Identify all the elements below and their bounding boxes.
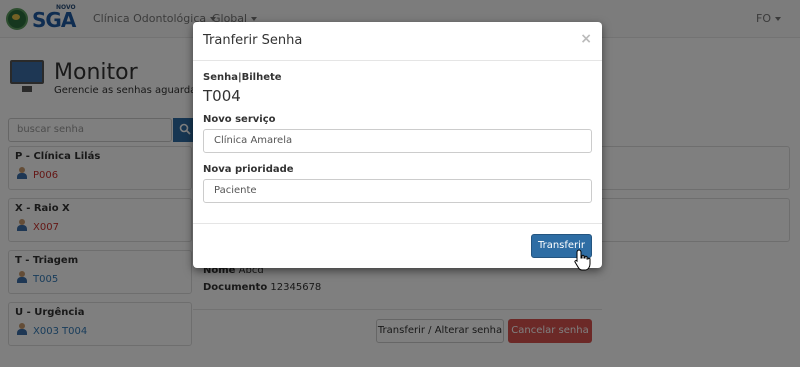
modal-header: Tranferir Senha × — [193, 22, 602, 61]
modal-title: Tranferir Senha — [203, 33, 303, 48]
service-select[interactable]: Clínica Amarela — [203, 129, 592, 153]
ticket-code: T004 — [203, 87, 241, 105]
priority-label: Nova prioridade — [203, 164, 294, 175]
ticket-label: Senha|Bilhete — [203, 72, 282, 83]
close-icon[interactable]: × — [580, 31, 592, 47]
transfer-modal: Tranferir Senha × Senha|Bilhete T004 Nov… — [193, 22, 602, 268]
service-label: Novo serviço — [203, 114, 276, 125]
hand-cursor-icon — [574, 249, 591, 271]
priority-select[interactable]: Paciente — [203, 179, 592, 203]
